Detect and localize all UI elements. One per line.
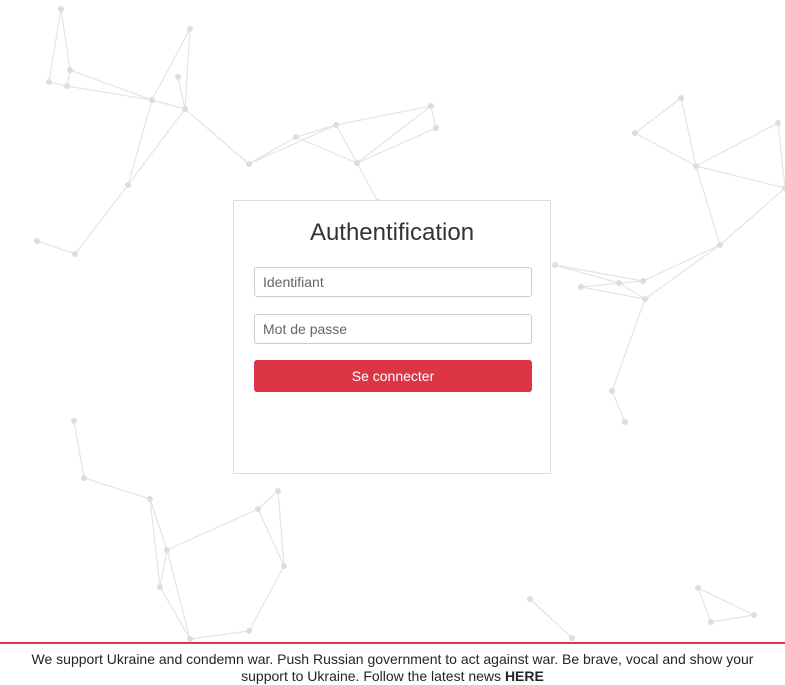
network-edge [777, 122, 785, 189]
network-edge [335, 105, 432, 126]
network-node [632, 130, 638, 136]
network-node [46, 79, 52, 85]
network-node [182, 106, 188, 112]
network-node [693, 163, 699, 169]
network-edge [159, 586, 191, 640]
network-node [640, 278, 646, 284]
network-edge [554, 264, 620, 284]
network-edge [248, 124, 337, 165]
network-edge [642, 244, 721, 282]
network-node [622, 419, 628, 425]
network-node [569, 635, 575, 641]
network-edge [644, 244, 721, 300]
network-edge [554, 264, 644, 282]
network-edge [295, 124, 337, 138]
network-node [354, 160, 360, 166]
network-node [642, 296, 648, 302]
network-node [147, 496, 153, 502]
network-edge [710, 614, 755, 623]
network-node [333, 122, 339, 128]
network-edge [177, 76, 186, 110]
network-edge [430, 105, 437, 129]
network-node [72, 251, 78, 257]
banner-link[interactable]: HERE [505, 668, 544, 684]
network-edge [634, 132, 697, 167]
network-node [71, 418, 77, 424]
network-node [293, 134, 299, 140]
network-node [175, 74, 181, 80]
network-node [157, 584, 163, 590]
network-node [428, 103, 434, 109]
network-edge [335, 124, 358, 164]
network-edge [73, 420, 85, 479]
network-edge [36, 240, 76, 255]
network-edge [69, 69, 153, 101]
network-node [34, 238, 40, 244]
network-node [164, 547, 170, 553]
network-edge [257, 490, 279, 510]
network-edge [634, 97, 682, 134]
network-edge [60, 8, 71, 71]
network-edge [680, 97, 697, 167]
network-edge [184, 108, 250, 165]
network-edge [159, 549, 168, 588]
network-edge [184, 28, 191, 110]
network-node [717, 242, 723, 248]
network-edge [248, 565, 285, 632]
network-edge [580, 282, 620, 288]
ukraine-support-banner: We support Ukraine and condemn war. Push… [0, 642, 785, 684]
network-node [695, 585, 701, 591]
network-edge [127, 108, 186, 186]
network-edge [248, 136, 297, 165]
network-edge [166, 549, 191, 640]
network-node [58, 6, 64, 12]
network-edge [618, 280, 644, 284]
network-node [125, 182, 131, 188]
network-edge [611, 298, 646, 392]
network-edge [66, 85, 153, 101]
network-node [578, 284, 584, 290]
network-edge [295, 136, 358, 164]
username-input[interactable] [254, 267, 532, 297]
network-edge [48, 8, 62, 83]
network-edge [151, 28, 191, 101]
network-node [246, 161, 252, 167]
network-node [246, 628, 252, 634]
network-edge [695, 165, 721, 246]
network-node [678, 95, 684, 101]
login-card: Authentification Se connecter [233, 200, 551, 474]
network-node [433, 125, 439, 131]
network-edge [695, 165, 785, 189]
network-node [751, 612, 757, 618]
network-node [64, 83, 70, 89]
network-edge [83, 477, 151, 500]
network-edge [695, 122, 779, 167]
network-edge [151, 99, 186, 110]
network-node [708, 619, 714, 625]
network-edge [611, 390, 626, 423]
network-node [67, 67, 73, 73]
network-edge [189, 630, 250, 640]
login-title: Authentification [309, 219, 475, 246]
network-edge [166, 508, 259, 551]
network-node [275, 488, 281, 494]
network-edge [127, 99, 153, 186]
network-node [187, 26, 193, 32]
banner-text: We support Ukraine and condemn war. Push… [31, 651, 754, 684]
network-edge [356, 162, 379, 203]
network-node [255, 506, 261, 512]
network-node [775, 120, 781, 126]
network-node [281, 563, 287, 569]
network-edge [719, 187, 785, 246]
network-node [616, 280, 622, 286]
network-node [552, 262, 558, 268]
network-node [81, 475, 87, 481]
network-edge [74, 184, 129, 255]
network-node [527, 596, 533, 602]
network-node [149, 97, 155, 103]
password-input[interactable] [254, 314, 532, 344]
login-button[interactable]: Se connecter [254, 360, 532, 392]
network-edge [529, 598, 573, 639]
network-node [609, 388, 615, 394]
